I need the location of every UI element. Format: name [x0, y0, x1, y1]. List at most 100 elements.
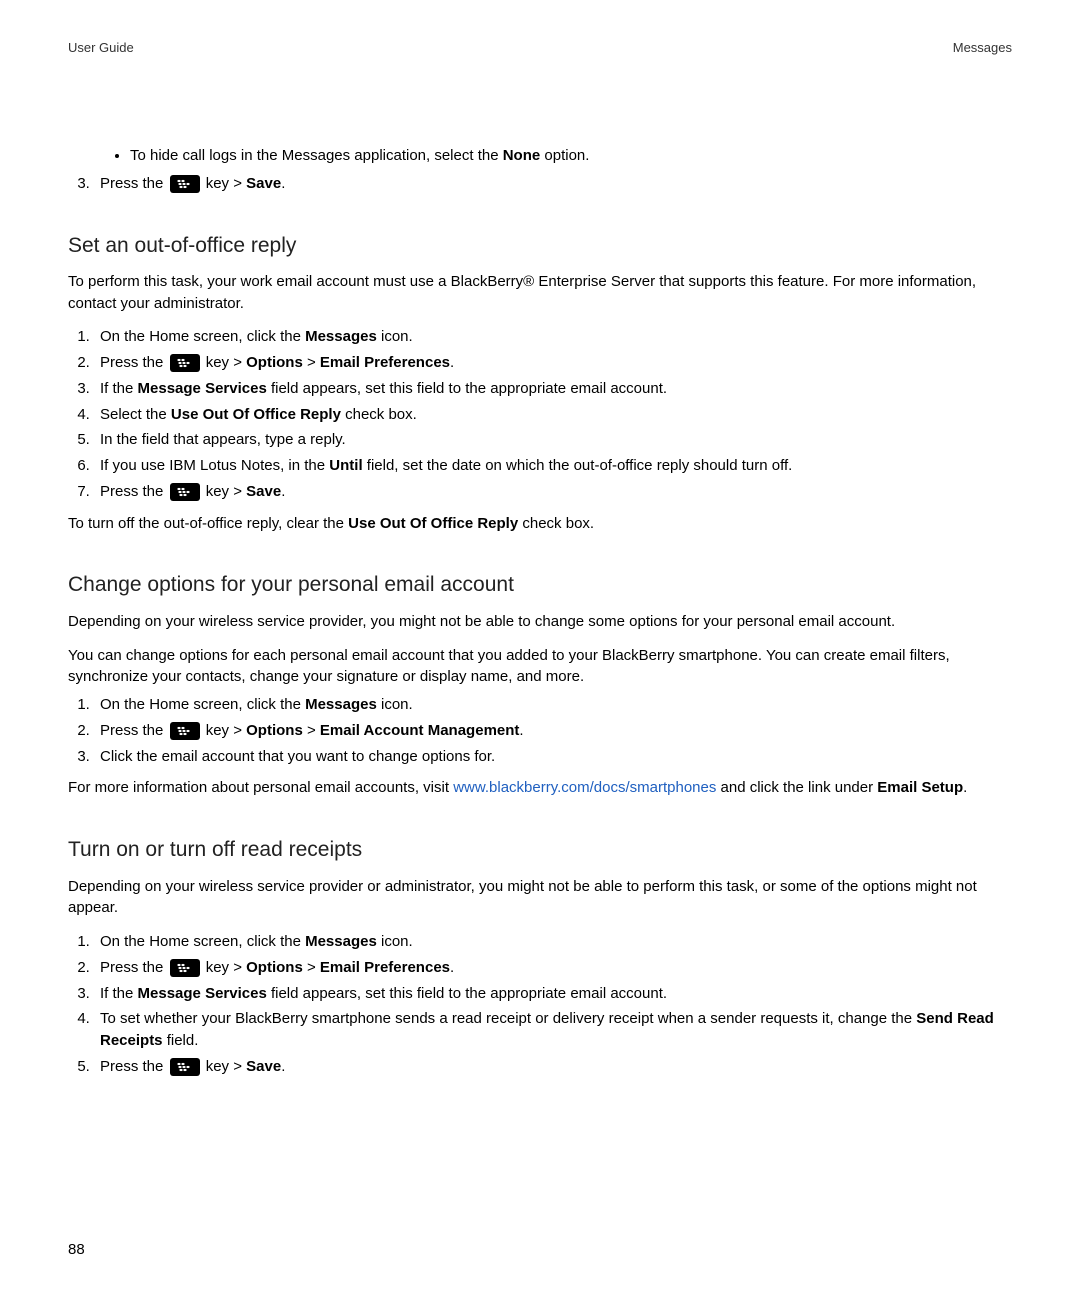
text: To set whether your BlackBerry smartphon… [100, 1010, 916, 1027]
step-item: Select the Use Out Of Office Reply check… [94, 404, 1012, 426]
step-item: Press the key > Options > Email Account … [94, 720, 1012, 742]
step-item: On the Home screen, click the Messages i… [94, 326, 1012, 348]
section2-p1: Depending on your wireless service provi… [68, 611, 1012, 633]
bold-text: Options [246, 354, 303, 371]
section3-p1: Depending on your wireless service provi… [68, 876, 1012, 920]
text: Press the [100, 722, 168, 739]
text: . [450, 354, 454, 371]
step-item: Press the key > Options > Email Preferen… [94, 957, 1012, 979]
section-heading-personal-email: Change options for your personal email a… [68, 570, 1012, 600]
text: Press the [100, 959, 168, 976]
section3-steps: On the Home screen, click the Messages i… [68, 931, 1012, 1078]
text: and click the link under [716, 779, 877, 796]
text: field appears, set this field to the app… [267, 985, 667, 1002]
text: > [303, 722, 320, 739]
bold-text: Save [246, 483, 281, 500]
section-heading-read-receipts: Turn on or turn off read receipts [68, 835, 1012, 865]
blackberry-key-icon [170, 959, 200, 977]
text: Press the [100, 175, 168, 192]
text: check box. [518, 515, 594, 532]
step-item: If the Message Services field appears, s… [94, 983, 1012, 1005]
text: key > [202, 483, 247, 500]
text: icon. [377, 328, 413, 345]
section2-steps: On the Home screen, click the Messages i… [68, 694, 1012, 767]
text: key > [202, 354, 247, 371]
header-right: Messages [953, 40, 1012, 55]
section1-outro: To turn off the out-of-office reply, cle… [68, 513, 1012, 535]
bold-text: Email Account Management [320, 722, 519, 739]
text: option. [540, 147, 589, 164]
blackberry-key-icon [170, 354, 200, 372]
blackberry-key-icon [170, 175, 200, 193]
text: To hide call logs in the Messages applic… [130, 147, 503, 164]
text: icon. [377, 933, 413, 950]
step-item: On the Home screen, click the Messages i… [94, 931, 1012, 953]
text: If you use IBM Lotus Notes, in the [100, 457, 329, 474]
text: . [450, 959, 454, 976]
text: . [281, 483, 285, 500]
text: > [303, 354, 320, 371]
doc-link-smartphones[interactable]: www.blackberry.com/docs/smartphones [453, 779, 716, 796]
text: Press the [100, 1058, 168, 1075]
text: On the Home screen, click the [100, 933, 305, 950]
step-item: Press the key > Save. [94, 481, 1012, 503]
text: > [303, 959, 320, 976]
step-item: If you use IBM Lotus Notes, in the Until… [94, 455, 1012, 477]
section1-steps: On the Home screen, click the Messages i… [68, 326, 1012, 502]
bold-text: Message Services [138, 985, 267, 1002]
section1-intro: To perform this task, your work email ac… [68, 271, 1012, 315]
text: Press the [100, 354, 168, 371]
bold-text: Messages [305, 933, 377, 950]
section2-p2: You can change options for each personal… [68, 645, 1012, 689]
bold-text: Messages [305, 328, 377, 345]
text: field, set the date on which the out-of-… [363, 457, 793, 474]
text: field appears, set this field to the app… [267, 380, 667, 397]
bold-text: Email Preferences [320, 959, 450, 976]
blackberry-key-icon [170, 483, 200, 501]
step-item: Press the key > Options > Email Preferen… [94, 352, 1012, 374]
text: If the [100, 985, 138, 1002]
intro-bullet-list: To hide call logs in the Messages applic… [68, 145, 1012, 167]
bold-text: Messages [305, 696, 377, 713]
page-header: User Guide Messages [68, 40, 1012, 55]
text: . [519, 722, 523, 739]
step-item: On the Home screen, click the Messages i… [94, 694, 1012, 716]
text: On the Home screen, click the [100, 696, 305, 713]
bold-text: Email Preferences [320, 354, 450, 371]
step-item: Click the email account that you want to… [94, 746, 1012, 768]
text: . [281, 1058, 285, 1075]
text: If the [100, 380, 138, 397]
page-number: 88 [68, 1241, 85, 1258]
text: Select the [100, 406, 171, 423]
bold-text: None [503, 147, 541, 164]
text: key > [202, 1058, 247, 1075]
bold-text: Save [246, 1058, 281, 1075]
bold-text: Options [246, 722, 303, 739]
text: On the Home screen, click the [100, 328, 305, 345]
text: For more information about personal emai… [68, 779, 453, 796]
step-item: In the field that appears, type a reply. [94, 429, 1012, 451]
text: To turn off the out-of-office reply, cle… [68, 515, 348, 532]
intro-bullet-item: To hide call logs in the Messages applic… [130, 145, 1012, 167]
step-item: Press the key > Save. [94, 173, 1012, 195]
text: Press the [100, 483, 168, 500]
intro-step-continuation: Press the key > Save. [68, 173, 1012, 195]
text: key > [202, 175, 247, 192]
header-left: User Guide [68, 40, 134, 55]
text: icon. [377, 696, 413, 713]
step-item: To set whether your BlackBerry smartphon… [94, 1008, 1012, 1052]
bold-text: Message Services [138, 380, 267, 397]
section-heading-out-of-office: Set an out-of-office reply [68, 231, 1012, 261]
step-item: Press the key > Save. [94, 1056, 1012, 1078]
bold-text: Until [329, 457, 362, 474]
bold-text: Save [246, 175, 281, 192]
bold-text: Email Setup [877, 779, 963, 796]
blackberry-key-icon [170, 722, 200, 740]
text: check box. [341, 406, 417, 423]
section2-outro: For more information about personal emai… [68, 777, 1012, 799]
blackberry-key-icon [170, 1058, 200, 1076]
step-item: If the Message Services field appears, s… [94, 378, 1012, 400]
text: key > [202, 722, 247, 739]
text: field. [163, 1032, 199, 1049]
page-body: To hide call logs in the Messages applic… [68, 145, 1012, 1078]
